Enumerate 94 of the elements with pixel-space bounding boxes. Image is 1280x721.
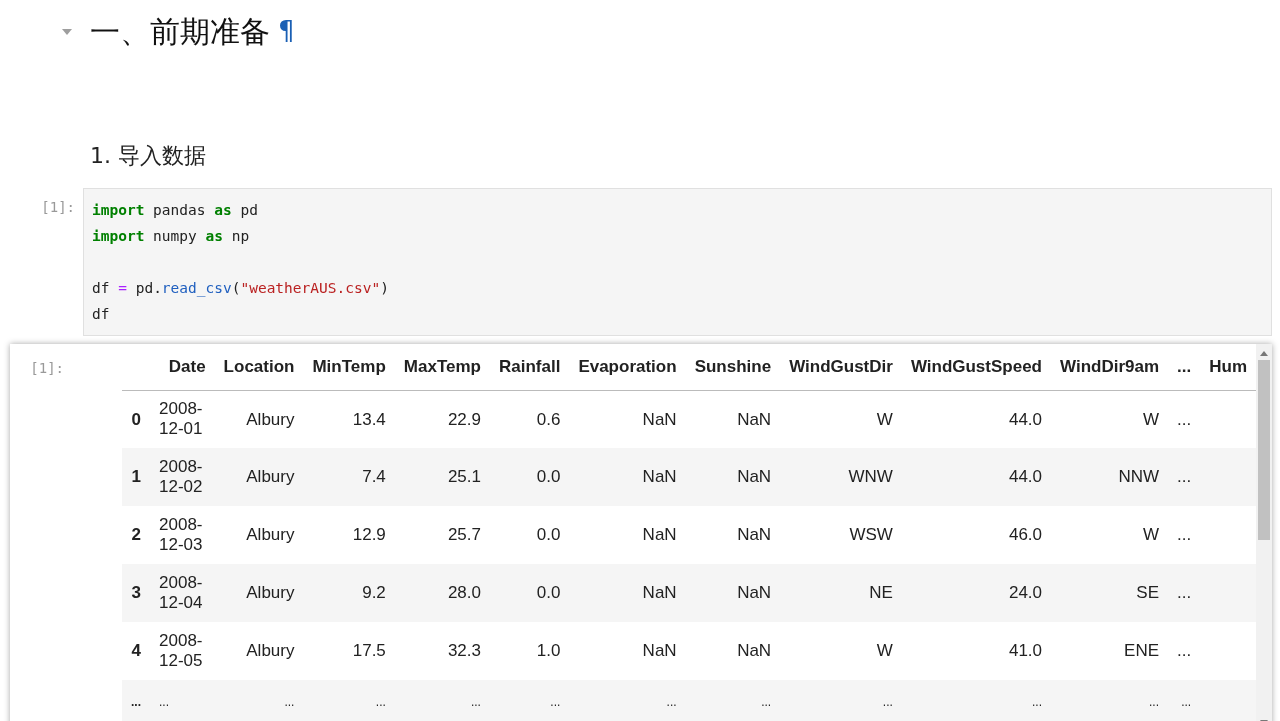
row-index: 4 (122, 622, 150, 680)
table-cell: NaN (569, 390, 686, 448)
table-cell: ... (303, 680, 395, 721)
table-cell: 0.0 (489, 564, 570, 622)
column-header: Sunshine (685, 344, 781, 390)
table-cell: ... (1168, 390, 1201, 448)
table-cell: W (1051, 506, 1169, 564)
table-cell: NaN (685, 564, 781, 622)
table-cell: ... (901, 680, 1051, 721)
anchor-link[interactable]: ¶ (278, 12, 295, 51)
table-cell: 17.5 (303, 622, 395, 680)
column-header: MaxTemp (394, 344, 490, 390)
table-cell: 0.0 (489, 506, 570, 564)
input-prompt: [1]: (40, 198, 76, 217)
table-cell: 2008-12-01 (150, 390, 215, 448)
table-cell: Albury (214, 390, 304, 448)
table-cell: ... (489, 680, 570, 721)
table-cell: 1.0 (489, 622, 570, 680)
table-cell: 44.0 (901, 390, 1051, 448)
row-index: 0 (122, 390, 150, 448)
code-line: df = pd.read_csv("weatherAUS.csv") (92, 279, 390, 299)
column-header: Evaporation (569, 344, 686, 390)
column-header: WindDir9am (1051, 344, 1169, 390)
table-cell: Albury (214, 564, 304, 622)
table-cell: ... (1168, 506, 1201, 564)
table-cell: 2008-12-05 (150, 622, 215, 680)
table-cell: Albury (214, 448, 304, 506)
table-cell: NE (780, 564, 902, 622)
table-cell: 28.0 (394, 564, 490, 622)
table-cell: WSW (780, 506, 902, 564)
section-heading: 一、前期准备 (90, 13, 270, 50)
table-cell: NNW (1051, 448, 1169, 506)
code-line: import numpy as np (92, 227, 251, 246)
table-cell: 13.4 (303, 390, 395, 448)
table-cell: NaN (569, 448, 686, 506)
column-header: MinTemp (303, 344, 395, 390)
collapse-caret-icon[interactable] (60, 26, 74, 37)
table-cell: NaN (569, 622, 686, 680)
code-editor[interactable]: import pandas as pd import numpy as np df = pd.read_csv("weatherAUS.csv") df (83, 188, 1272, 336)
column-header: ... (1168, 344, 1201, 390)
table-cell: 2008-12-04 (150, 564, 215, 622)
row-index: ... (122, 680, 150, 721)
table-cell: ... (1168, 448, 1201, 506)
table-cell: ... (214, 680, 304, 721)
table-cell: 25.1 (394, 448, 490, 506)
table-cell: W (780, 390, 902, 448)
table-cell: Albury (214, 622, 304, 680)
table-cell: 0.0 (489, 448, 570, 506)
column-header: Location (214, 344, 304, 390)
table-cell: 41.0 (901, 622, 1051, 680)
table-cell: ENE (1051, 622, 1169, 680)
table-cell: 12.9 (303, 506, 395, 564)
table-cell: 44.0 (901, 448, 1051, 506)
table-cell: 22.9 (394, 390, 490, 448)
table-cell: ... (780, 680, 902, 721)
table-cell: NaN (685, 448, 781, 506)
table-cell: ... (394, 680, 490, 721)
table-cell: NaN (569, 564, 686, 622)
table-cell: ... (569, 680, 686, 721)
table-cell: ... (1168, 622, 1201, 680)
table-cell: NaN (685, 622, 781, 680)
table-cell: NaN (569, 506, 686, 564)
table-cell: W (1051, 390, 1169, 448)
table-cell: 7.4 (303, 448, 395, 506)
table-cell: NaN (685, 390, 781, 448)
row-index: 3 (122, 564, 150, 622)
column-header: Rainfall (489, 344, 570, 390)
table-cell: ... (1168, 564, 1201, 622)
table-cell: 9.2 (303, 564, 395, 622)
table-cell: 25.7 (394, 506, 490, 564)
table-cell: WNW (780, 448, 902, 506)
output-prompt: [1]: (29, 359, 65, 378)
column-header: WindGustSpeed (901, 344, 1051, 390)
table-cell: 2008-12-02 (150, 448, 215, 506)
table-cell: 32.3 (394, 622, 490, 680)
table-cell: NaN (685, 506, 781, 564)
code-line: df (92, 305, 111, 324)
column-header: WindGustDir (780, 344, 902, 390)
table-cell: ... (150, 680, 215, 721)
table-cell: 2008-12-03 (150, 506, 215, 564)
table-cell: Albury (214, 506, 304, 564)
column-header: Date (150, 344, 215, 390)
subsection-heading: 1. 导入数据 (90, 142, 207, 170)
table-cell: ... (1051, 680, 1169, 721)
table-cell: 46.0 (901, 506, 1051, 564)
row-index: 2 (122, 506, 150, 564)
code-line: import pandas as pd (92, 201, 259, 220)
table-cell: W (780, 622, 902, 680)
table-cell: 24.0 (901, 564, 1051, 622)
row-index: 1 (122, 448, 150, 506)
table-cell: ... (685, 680, 781, 721)
table-cell: ... (1168, 680, 1201, 721)
table-cell: SE (1051, 564, 1169, 622)
table-cell: 0.6 (489, 390, 570, 448)
